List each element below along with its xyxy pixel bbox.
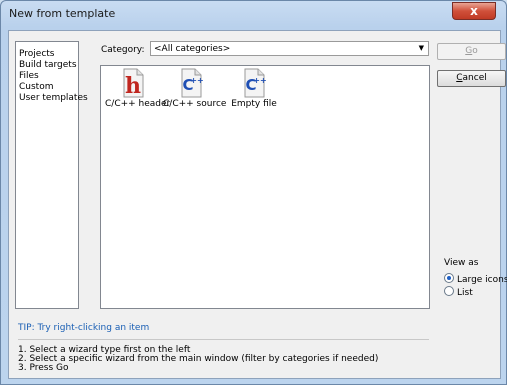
view-as-group: View as Large icons List [444, 258, 507, 299]
view-as-label: View as [444, 258, 479, 268]
category-label: Category: [101, 45, 145, 55]
view-option-large-icons[interactable]: Large icons [444, 273, 507, 286]
divider [18, 339, 429, 340]
svg-text:++: ++ [253, 76, 266, 85]
category-dropdown[interactable]: <All categories> ▼ [150, 41, 429, 56]
radio-unselected-icon[interactable] [444, 286, 454, 296]
cancel-label-rest: ancel [462, 73, 487, 83]
template-label: C/C++ header [105, 99, 171, 109]
template-list[interactable]: h C/C++ header C ++ C/C++ source C ++ Em… [100, 65, 430, 309]
c-header-file-icon: h [123, 68, 144, 98]
svg-text:++: ++ [190, 76, 203, 85]
instruction-line: 2. Select a specific wizard from the mai… [18, 354, 379, 364]
title-bar[interactable]: New from template x [1, 1, 506, 27]
template-label: Empty file [231, 99, 277, 109]
close-button[interactable]: x [452, 2, 496, 20]
view-option-list[interactable]: List [444, 286, 504, 299]
cancel-button[interactable]: Cancel [437, 70, 506, 87]
view-option-label: Large icons [457, 275, 507, 285]
list-item-projects[interactable]: Projects [16, 49, 78, 60]
window-title: New from template [9, 7, 116, 20]
list-item-build-targets[interactable]: Build targets [16, 60, 78, 71]
go-label-rest: o [472, 46, 478, 56]
go-button[interactable]: Go [437, 43, 506, 60]
dialog-client-area: Projects Build targets Files Custom User… [8, 30, 507, 379]
template-item-c-header[interactable]: h C/C++ header [105, 68, 171, 109]
template-label: C/C++ source [163, 99, 227, 109]
category-selected-value: <All categories> [154, 44, 231, 54]
dialog-window: New from template x Projects Build targe… [0, 0, 507, 385]
empty-file-icon: C ++ [244, 68, 267, 98]
list-item-custom[interactable]: Custom [16, 82, 78, 93]
template-item-empty-file[interactable]: C ++ Empty file [226, 68, 282, 109]
list-item-user-templates[interactable]: User templates [16, 93, 88, 104]
instructions: 1. Select a wizard type first on the lef… [18, 346, 378, 373]
category-type-list[interactable]: Projects Build targets Files Custom User… [15, 41, 88, 309]
radio-selected-icon[interactable] [444, 273, 454, 283]
view-option-label: List [457, 288, 473, 298]
dropdown-arrow-icon: ▼ [418, 44, 424, 52]
instruction-line: 3. Press Go [18, 363, 69, 373]
c-source-file-icon: C ++ [181, 68, 204, 98]
close-icon: x [470, 4, 478, 18]
template-item-c-source[interactable]: C ++ C/C++ source [163, 68, 227, 109]
list-item-files[interactable]: Files [16, 71, 78, 82]
tip-text: TIP: Try right-clicking an item [18, 323, 150, 333]
svg-text:h: h [125, 73, 141, 98]
